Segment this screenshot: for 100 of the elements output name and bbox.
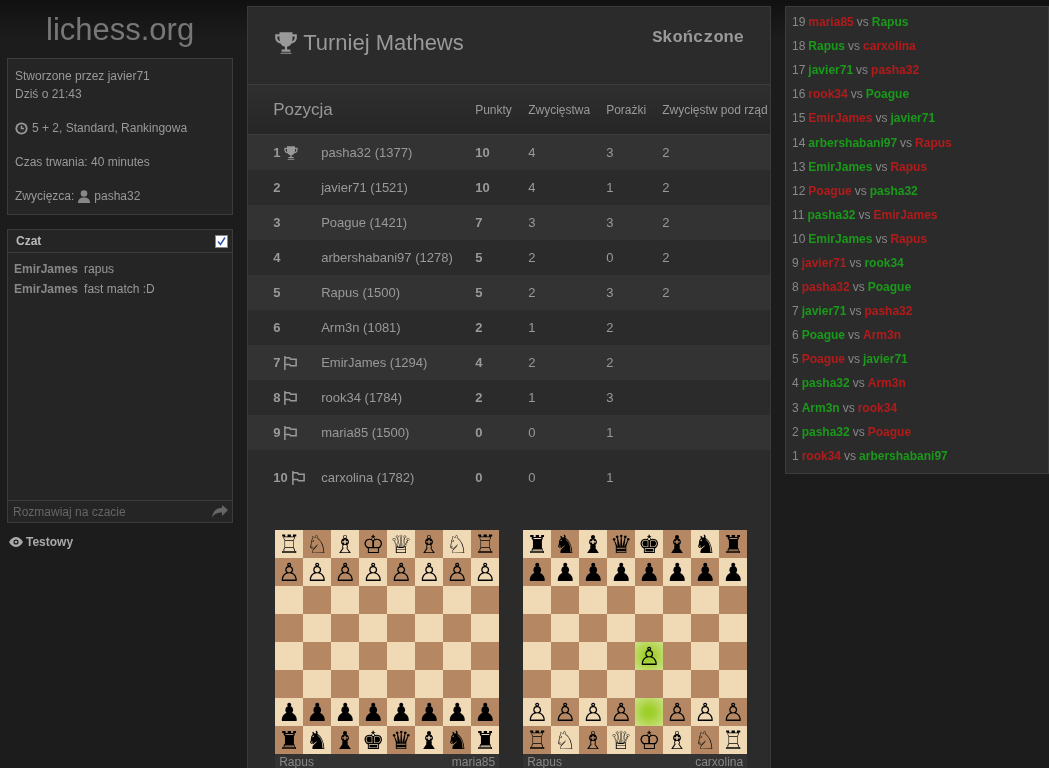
rank-text: 5	[273, 285, 281, 300]
streak-cell-text: 2	[662, 250, 671, 265]
board-square[interactable]	[719, 614, 748, 642]
player-link[interactable]: arbershabani97 (1278)	[321, 250, 476, 265]
game-number: 19	[792, 15, 806, 30]
board-square[interactable]	[471, 642, 500, 670]
column-header: Porażki	[606, 101, 648, 119]
losses-cell-text: 1	[606, 469, 615, 485]
player-link[interactable]: javier71	[863, 352, 908, 367]
eye-icon	[9, 537, 23, 547]
player-link[interactable]: Poague	[865, 87, 910, 102]
flag-icon	[283, 355, 299, 370]
player-name[interactable]: Rapus	[527, 755, 562, 768]
created-by-text: Stworzone przez javier71	[15, 68, 151, 85]
points-cell-text: 10	[475, 145, 491, 160]
player-link[interactable]: EmirJames	[808, 159, 873, 174]
wins-cell-text: 1	[528, 320, 537, 335]
chat-username[interactable]: EmirJames	[14, 282, 79, 296]
versus-text: vs	[852, 280, 865, 295]
player-name[interactable]: Rapus	[279, 755, 314, 768]
versus-text: vs	[875, 159, 888, 174]
player-link[interactable]: javier71	[801, 304, 847, 319]
site-logo[interactable]: lichess.org	[7, 0, 234, 56]
chat-input-field[interactable]: Rozmawiaj na czacie	[13, 504, 213, 519]
flag-icon	[283, 390, 299, 405]
flag-icon	[283, 425, 299, 440]
board-square[interactable]	[719, 670, 748, 698]
losses-cell-text: 1	[606, 180, 615, 195]
game-number: 6	[792, 328, 799, 343]
player-link[interactable]: Rapus	[808, 39, 846, 54]
board-square[interactable]	[471, 670, 500, 698]
column-header: Zwycięstw pod rząd	[662, 101, 769, 119]
game-number: 18	[792, 39, 806, 54]
share-arrow-icon	[212, 505, 229, 518]
chat-toggle-checkbox[interactable]	[215, 234, 229, 248]
watcher-name[interactable]: Testowy	[26, 535, 74, 549]
player-link[interactable]: arbershabani97	[859, 448, 948, 463]
game-number: 7	[792, 304, 799, 319]
player-name[interactable]: maria85	[451, 755, 496, 768]
rank-text: 3	[273, 215, 281, 230]
versus-text: vs	[850, 87, 863, 102]
game-number: 3	[792, 400, 799, 415]
points-cell-text: 7	[475, 215, 484, 230]
game-number: 14	[792, 135, 806, 150]
time-control-text: 5 + 2, Standard, Rankingowa	[32, 120, 188, 137]
losses-cell-text: 2	[606, 355, 615, 370]
player-link[interactable]: Arm3n (1081)	[321, 320, 476, 335]
rank-text: 2	[273, 180, 281, 195]
rank-text: 1	[273, 145, 281, 160]
board-square[interactable]	[719, 642, 748, 670]
trophy-icon	[283, 144, 300, 161]
player-link[interactable]: Rapus (1500)	[321, 285, 476, 300]
player-link[interactable]: Poague	[801, 328, 846, 343]
versus-text: vs	[842, 400, 855, 415]
user-icon	[78, 189, 91, 203]
versus-text: vs	[856, 63, 869, 78]
player-link[interactable]: javier71	[890, 111, 936, 126]
board-square[interactable]	[471, 614, 500, 642]
player-name[interactable]: carxolina	[695, 755, 744, 768]
versus-text: vs	[875, 111, 888, 126]
date-text: Dziś o 21:43	[15, 86, 83, 103]
player-link[interactable]: pasha32	[801, 424, 850, 439]
streak-cell-text: 2	[662, 145, 671, 160]
player-link[interactable]: pasha32	[807, 207, 856, 222]
board-square[interactable]	[471, 586, 500, 614]
player-link[interactable]: maria85 (1500)	[321, 425, 476, 440]
player-link[interactable]: arbershabani97	[808, 135, 898, 150]
player-link[interactable]: rook34 (1784)	[321, 390, 476, 405]
versus-text: vs	[849, 256, 862, 270]
game-number: 12	[792, 183, 806, 198]
game-number: 5	[792, 352, 799, 367]
player-link[interactable]: pasha32	[869, 183, 918, 198]
wins-cell-text: 0	[528, 469, 537, 485]
points-cell-text: 2	[475, 390, 484, 405]
points-cell-text: 0	[475, 469, 484, 485]
losses-cell-text: 1	[606, 425, 615, 440]
rank-text: 9	[273, 425, 281, 440]
losses-cell-text: 3	[606, 390, 615, 405]
versus-text: vs	[875, 231, 888, 246]
player-link[interactable]: javier71	[808, 63, 854, 78]
player-link[interactable]: pasha32 (1377)	[321, 145, 476, 160]
wins-cell-text: 3	[528, 215, 537, 230]
player-link[interactable]: rook34	[864, 256, 904, 270]
player-link[interactable]: javier71 (1521)	[321, 180, 476, 195]
versus-text: vs	[844, 448, 857, 463]
player-link[interactable]: Arm3n	[801, 400, 840, 415]
wins-cell-text: 2	[528, 285, 537, 300]
player-link[interactable]: Poague	[867, 280, 912, 295]
player-link[interactable]: EmirJames	[808, 231, 873, 246]
player-link[interactable]: EmirJames (1294)	[321, 355, 476, 370]
player-link[interactable]: Rapus	[871, 15, 909, 30]
wins-cell-text: 0	[528, 425, 537, 440]
rank-text: 8	[273, 390, 281, 405]
winner-link[interactable]: pasha32	[94, 187, 141, 205]
player-link[interactable]: pasha32	[801, 376, 850, 391]
player-link[interactable]: Poague (1421)	[321, 215, 476, 230]
chat-username[interactable]: EmirJames	[14, 262, 79, 276]
player-link[interactable]: carxolina (1782)	[321, 469, 476, 485]
board-square[interactable]	[719, 586, 748, 614]
game-number: 17	[792, 63, 806, 78]
